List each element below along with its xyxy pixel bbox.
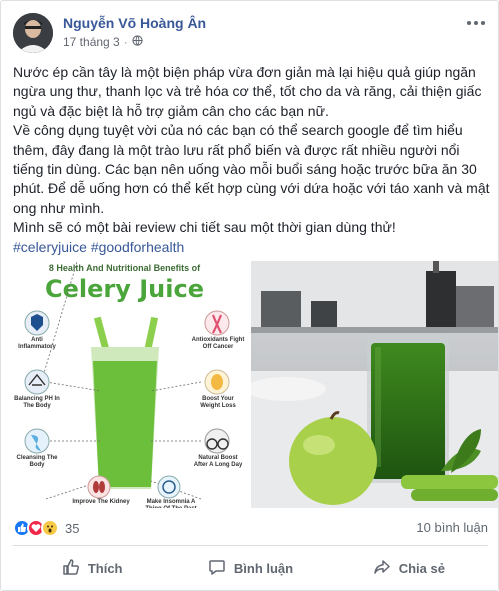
share-button[interactable]: Chia sẻ [330, 551, 488, 585]
globe-icon [132, 35, 143, 49]
post-media: 8 Health And Nutritional Benefits of Cel… [1, 261, 498, 508]
benefit-label: Improve The Kidney [72, 499, 130, 505]
post-paragraph-1: Nước ép cần tây là một biện pháp vừa đơn… [13, 64, 482, 119]
benefit-label: Cleansing The Body [16, 455, 58, 468]
separator-dot: · [123, 35, 128, 49]
comment-count-link[interactable]: 10 bình luận [416, 520, 488, 535]
hashtag-link[interactable]: #celeryjuice [13, 239, 87, 255]
reaction-count: 35 [65, 520, 80, 536]
hashtags: #celeryjuice #goodforhealth [13, 238, 491, 257]
benefit-label: Anti Inflammatory [18, 337, 56, 350]
celery-juice-infographic[interactable]: 8 Health And Nutritional Benefits of Cel… [1, 261, 248, 508]
benefit-label: Balancing PH In The Body [14, 396, 60, 409]
juice-photo[interactable] [251, 261, 498, 508]
post-text: Nước ép cần tây là một biện pháp vừa đơn… [13, 63, 491, 257]
comment-label: Bình luận [233, 560, 294, 576]
hashtag-link[interactable]: #goodforhealth [91, 239, 184, 255]
like-button[interactable]: Thích [13, 551, 171, 585]
author-name[interactable]: Nguyễn Võ Hoàng Ân [63, 15, 206, 31]
reactions-summary[interactable]: 35 [13, 519, 79, 537]
action-bar: Thích Bình luận Chia sẻ [13, 551, 488, 585]
share-icon [373, 558, 391, 579]
post-paragraph-2: Về công dụng tuyệt vời của nó các bạn có… [13, 122, 490, 216]
avatar[interactable] [13, 13, 53, 53]
comment-button[interactable]: Bình luận [171, 551, 329, 585]
share-label: Chia sẻ [398, 560, 445, 576]
more-options-icon[interactable] [464, 15, 488, 31]
facebook-post: Nguyễn Võ Hoàng Ân 17 tháng 3 · Nước ép … [0, 0, 499, 591]
post-paragraph-3: Mình sẽ có một bài review chi tiết sau m… [13, 219, 396, 236]
post-date[interactable]: 17 tháng 3 [63, 35, 120, 49]
comment-icon [208, 558, 226, 579]
benefit-label: Natural Boost After A Long Day [193, 455, 243, 468]
wow-reaction-icon [41, 519, 59, 537]
divider [13, 545, 488, 546]
benefit-label: Boost Your Weight Loss [200, 396, 236, 409]
post-meta: 17 tháng 3 · [63, 35, 143, 49]
like-label: Thích [87, 560, 123, 576]
benefit-label: Make Insomnia A Thing Of The Past [145, 499, 196, 508]
post-stats: 35 10 bình luận [13, 519, 488, 539]
thumbs-up-icon [62, 558, 80, 579]
post-header: Nguyễn Võ Hoàng Ân 17 tháng 3 · [13, 13, 488, 53]
benefit-label: Antioxidants Fight Off Cancer [191, 337, 245, 350]
